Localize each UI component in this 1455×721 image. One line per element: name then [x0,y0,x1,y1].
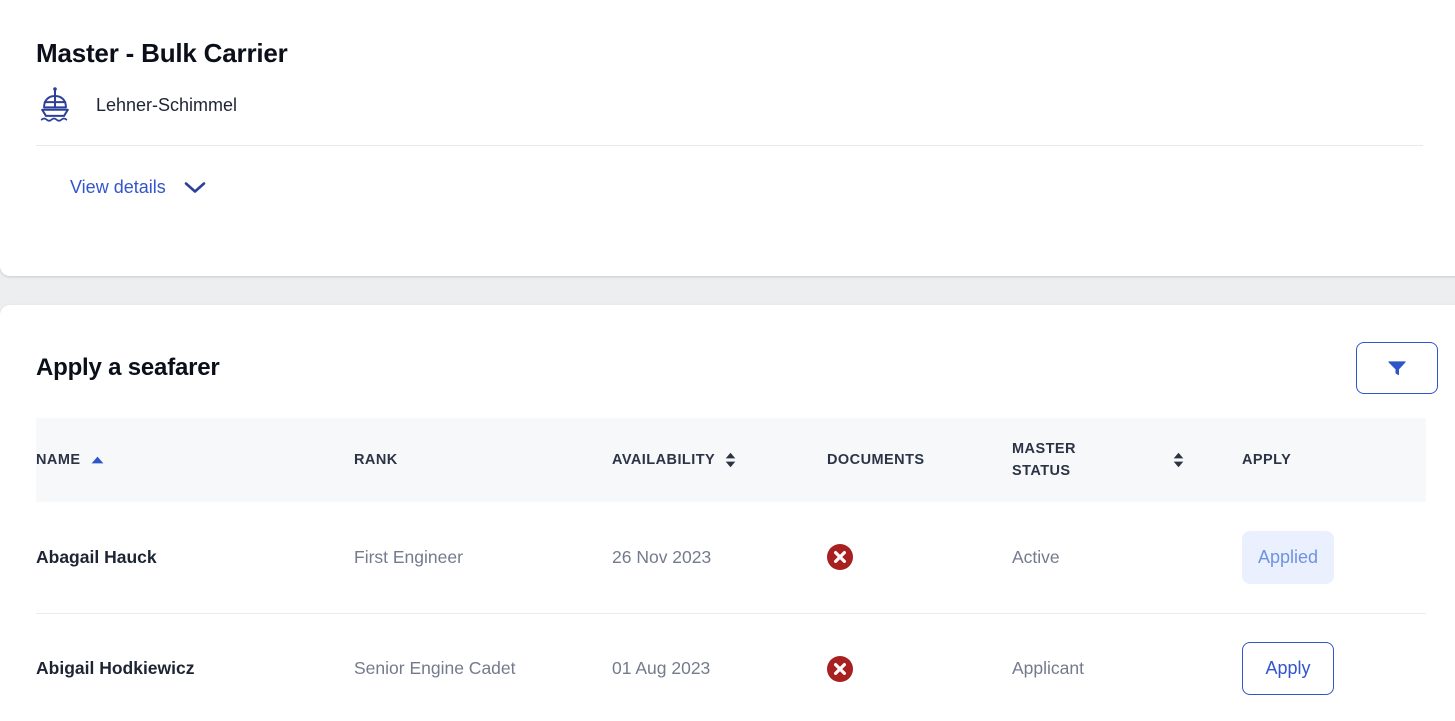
vacancy-divider [36,145,1423,146]
cell-master-status: Active [1012,546,1060,567]
cell-master-status: Applicant [1012,658,1084,679]
documents-invalid-icon [827,544,1012,571]
sort-both-icon [725,452,736,468]
sort-both-icon [1173,452,1184,468]
cell-rank: First Engineer [354,546,463,567]
cell-seafarer-name: Abigail Hodkiewicz [36,658,195,679]
documents-invalid-icon [827,655,1012,682]
view-details-label: View details [70,177,166,197]
vacancy-card: Master - Bulk Carrier Lehner-Schimmel Vi… [0,0,1455,276]
cell-documents [827,502,1012,613]
vessel-row: Lehner-Schimmel [36,86,237,124]
filter-funnel-icon [1387,358,1407,378]
cell-availability: 26 Nov 2023 [612,546,712,567]
cell-availability: 01 Aug 2023 [612,658,711,679]
cell-seafarer-name: Abagail Hauck [36,546,157,567]
column-header-master-status[interactable]: MASTER STATUS [1012,418,1242,502]
table-header-row: NAME RANK AVAILABILITY DOCUMENTS MASTER … [36,418,1426,502]
table-row: Abagail Hauck First Engineer 26 Nov 2023… [36,502,1426,613]
page-title: Master - Bulk Carrier [36,38,288,68]
apply-seafarer-card: Apply a seafarer NAME RANK AVAILABILITY … [0,305,1455,721]
apply-button[interactable]: Apply [1242,642,1334,696]
view-details-toggle[interactable]: View details [70,177,206,198]
sort-ascending-icon [91,456,104,464]
cell-documents [827,613,1012,721]
seafarer-table: NAME RANK AVAILABILITY DOCUMENTS MASTER … [36,418,1426,721]
column-header-rank[interactable]: RANK [354,418,612,502]
column-label-name: NAME [36,452,81,468]
page-root: Master - Bulk Carrier Lehner-Schimmel Vi… [0,0,1455,721]
column-label-master-status-line1: MASTER [1012,440,1076,457]
column-header-availability[interactable]: AVAILABILITY [612,418,827,502]
table-body: Abagail Hauck First Engineer 26 Nov 2023… [36,502,1426,721]
chevron-down-icon [184,181,206,194]
cell-apply-action: Apply [1242,613,1426,721]
column-label-master-status-line2: STATUS [1012,463,1071,479]
column-header-documents[interactable]: DOCUMENTS [827,418,1012,502]
table-row: Abigail Hodkiewicz Senior Engine Cadet 0… [36,613,1426,721]
column-label-apply: APPLY [1242,452,1292,468]
column-label-master-status: MASTER STATUS [1012,438,1076,483]
applied-button[interactable]: Applied [1242,530,1334,584]
cell-rank: Senior Engine Cadet [354,658,516,679]
column-header-apply: APPLY [1242,418,1426,502]
column-label-rank: RANK [354,452,398,468]
filter-button[interactable] [1356,342,1438,394]
column-header-name[interactable]: NAME [36,418,354,502]
vessel-name: Lehner-Schimmel [96,94,238,115]
column-label-availability: AVAILABILITY [612,452,716,468]
cell-apply-action: Applied [1242,502,1426,613]
table-head: NAME RANK AVAILABILITY DOCUMENTS MASTER … [36,418,1426,502]
apply-seafarer-title: Apply a seafarer [36,354,220,381]
ship-icon [36,86,74,124]
column-label-documents: DOCUMENTS [827,452,925,468]
